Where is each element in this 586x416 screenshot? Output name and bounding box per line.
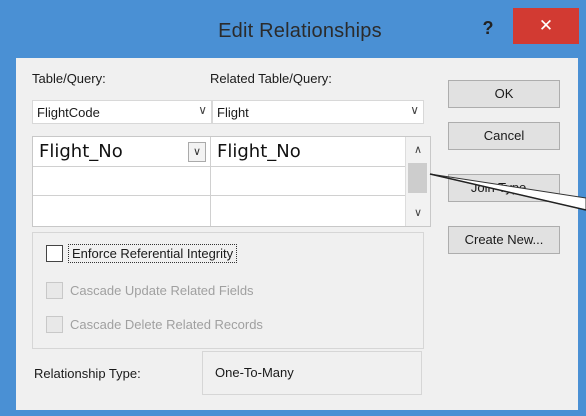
edit-relationships-dialog: Edit Relationships ? ✕ Table/Query: Rela… [0,0,586,416]
callout-pointer [429,173,586,211]
